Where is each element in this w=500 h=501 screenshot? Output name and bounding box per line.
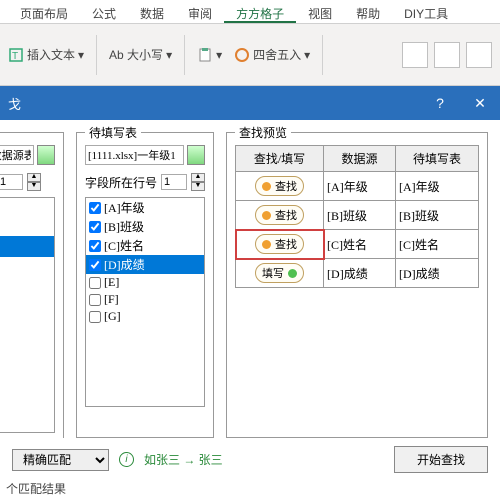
- preview-row: 查找[B]班级[B]班级: [236, 201, 479, 230]
- source-listbox[interactable]: 号: [0, 197, 55, 433]
- lookup-pill[interactable]: 查找: [255, 234, 304, 254]
- check-label: [F]: [104, 292, 119, 307]
- target-check-item[interactable]: [G]: [86, 308, 204, 325]
- ribbon-tabs: 页面布局 公式 数据 审阅 方方格子 视图 帮助 DIY工具: [0, 0, 500, 24]
- dropdown-icon: ▾: [304, 48, 310, 62]
- dropdown-icon: ▾: [166, 48, 172, 62]
- tab-review[interactable]: 审阅: [176, 2, 224, 23]
- target-file-picker[interactable]: [187, 145, 205, 165]
- source-file-input[interactable]: [0, 145, 34, 165]
- svg-text:T: T: [12, 51, 18, 62]
- start-lookup-button[interactable]: 开始查找: [394, 446, 488, 473]
- match-mode-select[interactable]: 精确匹配: [12, 449, 109, 471]
- clipboard-button[interactable]: ▾: [197, 47, 222, 63]
- text-icon: T: [8, 47, 24, 63]
- insert-text-button[interactable]: T 插入文本▾: [8, 46, 84, 63]
- check-label: [G]: [104, 309, 121, 324]
- checkbox[interactable]: [89, 311, 101, 323]
- source-list-item-sel[interactable]: 号: [0, 236, 54, 257]
- grid-icon-3[interactable]: [466, 42, 492, 68]
- preview-th-2: 数据源: [324, 146, 396, 172]
- source-row-spinner[interactable]: ▲▼: [27, 173, 41, 191]
- lookup-pill[interactable]: 查找: [255, 176, 304, 196]
- preview-th-1: 查找/填写: [236, 146, 324, 172]
- target-check-item[interactable]: [C]姓名: [86, 236, 204, 255]
- fill-pill[interactable]: 填写: [255, 263, 304, 283]
- info-icon[interactable]: i: [119, 452, 134, 467]
- check-label: [A]年级: [104, 199, 145, 216]
- target-check-item[interactable]: [B]班级: [86, 217, 204, 236]
- preview-row: 查找[A]年级[A]年级: [236, 172, 479, 201]
- check-label: [B]班级: [104, 218, 144, 235]
- preview-panel-label: 查找预览: [235, 124, 291, 141]
- target-row-spinner[interactable]: ▲▼: [191, 173, 205, 191]
- grid-icon-1[interactable]: [402, 42, 428, 68]
- preview-row: 查找[C]姓名[C]姓名: [236, 230, 479, 259]
- check-label: [C]姓名: [104, 237, 144, 254]
- bottom-bar: 精确匹配 i 如张三 → 张三 开始查找: [0, 442, 500, 477]
- checkbox[interactable]: [89, 221, 101, 233]
- insert-text-label: 插入文本: [27, 46, 75, 63]
- target-listbox[interactable]: [A]年级 [B]班级 [C]姓名 [D]成绩 [E] [F] [G]: [85, 197, 205, 407]
- target-row-input[interactable]: [161, 174, 187, 190]
- lookup-pill[interactable]: 查找: [255, 205, 304, 225]
- case-label: Ab 大小写: [109, 46, 163, 63]
- target-check-item[interactable]: [D]成绩: [86, 255, 204, 274]
- footer-text: 个匹配结果: [6, 480, 66, 497]
- dialog-title: 戈: [8, 94, 21, 113]
- target-panel-label: 待填写表: [85, 124, 141, 141]
- dropdown-icon: ▾: [78, 48, 84, 62]
- source-panel: 号 ▲▼ 号: [0, 132, 64, 438]
- checkbox[interactable]: [89, 240, 101, 252]
- tab-diy[interactable]: DIY工具: [392, 2, 460, 23]
- tab-formula[interactable]: 公式: [80, 2, 128, 23]
- checkbox[interactable]: [89, 259, 101, 271]
- tab-view[interactable]: 视图: [296, 2, 344, 23]
- help-button[interactable]: ?: [420, 86, 460, 120]
- ribbon-toolbar: T 插入文本▾ Ab 大小写▾ ▾ 四舍五入▾: [0, 24, 500, 86]
- match-example: 如张三 → 张三: [144, 451, 223, 468]
- check-label: [E]: [104, 275, 119, 290]
- target-check-item[interactable]: [F]: [86, 291, 204, 308]
- target-check-item[interactable]: [A]年级: [86, 198, 204, 217]
- close-button[interactable]: ✕: [460, 86, 500, 120]
- dialog-titlebar: 戈 ? ✕: [0, 86, 500, 120]
- checkbox[interactable]: [89, 277, 101, 289]
- grid-icon-2[interactable]: [434, 42, 460, 68]
- tab-ffgz[interactable]: 方方格子: [224, 2, 296, 23]
- source-file-picker[interactable]: [37, 145, 55, 165]
- checkbox[interactable]: [89, 202, 101, 214]
- tab-layout[interactable]: 页面布局: [8, 2, 80, 23]
- case-button[interactable]: Ab 大小写▾: [109, 46, 172, 63]
- tab-data[interactable]: 数据: [128, 2, 176, 23]
- preview-th-3: 待填写表: [395, 146, 478, 172]
- preview-table: 查找/填写 数据源 待填写表 查找[A]年级[A]年级查找[B]班级[B]班级查…: [235, 145, 479, 288]
- dropdown-icon: ▾: [216, 48, 222, 62]
- target-panel: 待填写表 字段所在行号 ▲▼ [A]年级[B]班级[C]姓名[D]成绩[E][F…: [76, 132, 214, 438]
- target-row-label: 字段所在行号: [85, 174, 157, 191]
- checkbox[interactable]: [89, 294, 101, 306]
- round-icon: [234, 47, 250, 63]
- tab-help[interactable]: 帮助: [344, 2, 392, 23]
- preview-panel: 查找预览 查找/填写 数据源 待填写表 查找[A]年级[A]年级查找[B]班级[…: [226, 132, 488, 438]
- check-label: [D]成绩: [104, 256, 145, 273]
- target-file-input[interactable]: [85, 145, 184, 165]
- preview-row: 填写[D]成绩[D]成绩: [236, 259, 479, 288]
- target-check-item[interactable]: [E]: [86, 274, 204, 291]
- source-row-input[interactable]: [0, 174, 23, 190]
- round-button[interactable]: 四舍五入▾: [234, 46, 310, 63]
- clipboard-icon: [197, 47, 213, 63]
- round-label: 四舍五入: [253, 46, 301, 63]
